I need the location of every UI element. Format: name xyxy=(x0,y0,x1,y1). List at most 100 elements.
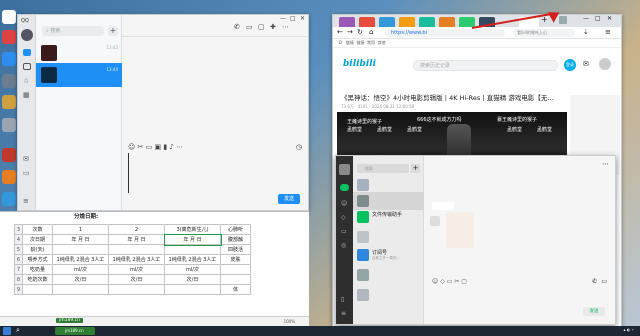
tab[interactable] xyxy=(459,17,475,27)
bookmark[interactable]: 其他 xyxy=(378,40,386,45)
avatar[interactable] xyxy=(599,58,611,70)
message-icon[interactable]: ✉ xyxy=(583,60,589,68)
avatar[interactable] xyxy=(339,164,350,175)
tab[interactable] xyxy=(359,17,375,27)
table-cell[interactable]: 体 xyxy=(220,284,251,295)
menu-icon[interactable]: ≡ xyxy=(605,28,611,36)
row-header[interactable]: 6 xyxy=(14,254,23,265)
more-icon[interactable]: ⋯ xyxy=(602,160,609,168)
search-input[interactable]: ⌕ 搜索 xyxy=(42,26,104,36)
video-icon[interactable]: ▭ xyxy=(601,278,607,285)
mail-icon[interactable]: ✉ xyxy=(23,155,29,163)
contacts-icon[interactable]: ☺ xyxy=(341,200,347,207)
table-cell[interactable] xyxy=(52,244,109,255)
table-cell[interactable] xyxy=(164,284,221,295)
table-cell[interactable] xyxy=(164,244,221,255)
chat-icon[interactable] xyxy=(23,49,31,56)
app-icon[interactable] xyxy=(2,95,16,109)
history-icon[interactable]: ◷ xyxy=(296,143,302,151)
table-cell[interactable]: 四肢活 xyxy=(220,244,251,255)
table-cell[interactable]: 吃奶量 xyxy=(22,264,53,275)
contacts-icon[interactable] xyxy=(23,63,31,70)
table-cell[interactable] xyxy=(52,284,109,295)
tab[interactable] xyxy=(439,17,455,27)
app-icon[interactable] xyxy=(2,192,16,206)
search-icon[interactable]: ⌕ xyxy=(16,326,20,335)
table-cell[interactable]: ml/次 xyxy=(164,264,221,275)
list-item[interactable] xyxy=(353,228,424,246)
table-cell[interactable]: 1纯母乳 2混合 3人工 xyxy=(164,254,221,265)
folder-icon[interactable]: ▭ xyxy=(146,143,153,151)
scissors-icon[interactable]: ✂ xyxy=(138,143,144,151)
message-input[interactable] xyxy=(128,153,129,193)
table-cell[interactable]: 1 xyxy=(52,224,109,235)
message-input[interactable] xyxy=(432,288,602,312)
bilibili-logo[interactable]: bilibili xyxy=(343,59,376,69)
app-icon[interactable] xyxy=(2,170,16,184)
tab[interactable] xyxy=(419,17,435,27)
send-button[interactable]: 发送 xyxy=(583,307,605,316)
minimize-icon[interactable]: — xyxy=(583,15,589,22)
row-header[interactable]: 9 xyxy=(14,284,23,295)
grid-icon[interactable]: ▦ xyxy=(23,91,30,99)
star-icon[interactable]: ☆ xyxy=(23,77,29,85)
table-cell[interactable]: 次日期 xyxy=(22,234,53,245)
chat-history-icon[interactable]: ▢ xyxy=(461,278,467,285)
refresh-icon[interactable]: ↻ xyxy=(357,28,363,36)
screen-share-icon[interactable]: ▢ xyxy=(258,23,265,31)
table-cell[interactable] xyxy=(220,264,251,275)
table-cell[interactable]: 龄(天) xyxy=(22,244,53,255)
table-cell[interactable]: 腹部触 xyxy=(220,234,251,245)
login-button[interactable]: 登录 xyxy=(564,59,576,71)
add-button[interactable]: + xyxy=(108,26,118,36)
phone-icon[interactable]: ✆ xyxy=(592,278,597,285)
row-header[interactable]: 8 xyxy=(14,274,23,285)
bookmark[interactable]: D xyxy=(339,40,342,45)
maximize-icon[interactable]: □ xyxy=(290,15,296,22)
close-icon[interactable]: ✕ xyxy=(607,15,612,22)
phone-icon[interactable]: ▯ xyxy=(341,296,344,303)
favorites-icon[interactable]: ◇ xyxy=(440,278,445,285)
row-header[interactable]: 7 xyxy=(14,264,23,275)
row-header[interactable]: 3 xyxy=(14,224,23,235)
phone-icon[interactable]: ✆ xyxy=(234,23,240,31)
tab[interactable] xyxy=(399,17,415,27)
table-cell[interactable] xyxy=(108,244,165,255)
list-item[interactable] xyxy=(353,286,424,304)
url-input[interactable]: https://www.bi xyxy=(385,29,505,37)
more-icon[interactable]: ⋯ xyxy=(282,23,289,31)
table-cell[interactable]: 皮肤 xyxy=(220,254,251,265)
table-cell[interactable]: 心肺听 xyxy=(220,224,251,235)
folder-icon[interactable]: ▭ xyxy=(447,278,453,285)
table-cell[interactable]: 3(离危新生儿) xyxy=(164,224,221,235)
back-icon[interactable]: ← xyxy=(337,28,343,36)
taskbar-item[interactable]: jm189.cn xyxy=(55,327,95,335)
bookmark[interactable]: 常用 xyxy=(367,40,375,45)
row-header[interactable]: 5 xyxy=(14,244,23,255)
more-icon[interactable]: ⋯ xyxy=(176,143,183,151)
tab[interactable] xyxy=(379,17,395,27)
table-cell[interactable]: 吃奶次数 xyxy=(22,274,53,285)
table-cell[interactable]: 次数 xyxy=(22,224,53,235)
table-cell[interactable]: 2 xyxy=(108,224,165,235)
row-header[interactable]: 4 xyxy=(14,234,23,245)
table-cell[interactable]: ml/次 xyxy=(108,264,165,275)
scissors-icon[interactable]: ✂ xyxy=(454,278,459,285)
table-cell[interactable]: 次/日 xyxy=(108,274,165,285)
table-cell[interactable]: 次/日 xyxy=(52,274,109,285)
emoji-icon[interactable]: ☺ xyxy=(432,278,438,285)
file-tab[interactable]: jm189.cn xyxy=(56,318,83,323)
maximize-icon[interactable]: □ xyxy=(595,15,601,22)
zoom-level[interactable]: 100% xyxy=(284,319,295,324)
app-icon[interactable] xyxy=(2,118,16,132)
home-icon[interactable]: ⌂ xyxy=(369,28,373,36)
add-member-icon[interactable]: ✚ xyxy=(270,23,276,31)
shield-icon[interactable] xyxy=(2,52,16,66)
browser-icon[interactable] xyxy=(2,30,16,44)
moments-icon[interactable]: ◎ xyxy=(341,242,346,249)
send-button[interactable]: 发送 xyxy=(278,194,300,204)
menu-icon[interactable]: ≡ xyxy=(341,310,346,317)
list-item[interactable]: 13:43 xyxy=(36,41,122,65)
table-cell[interactable]: 年 月 日 xyxy=(52,234,109,245)
list-item[interactable]: 13:44 xyxy=(36,63,122,87)
